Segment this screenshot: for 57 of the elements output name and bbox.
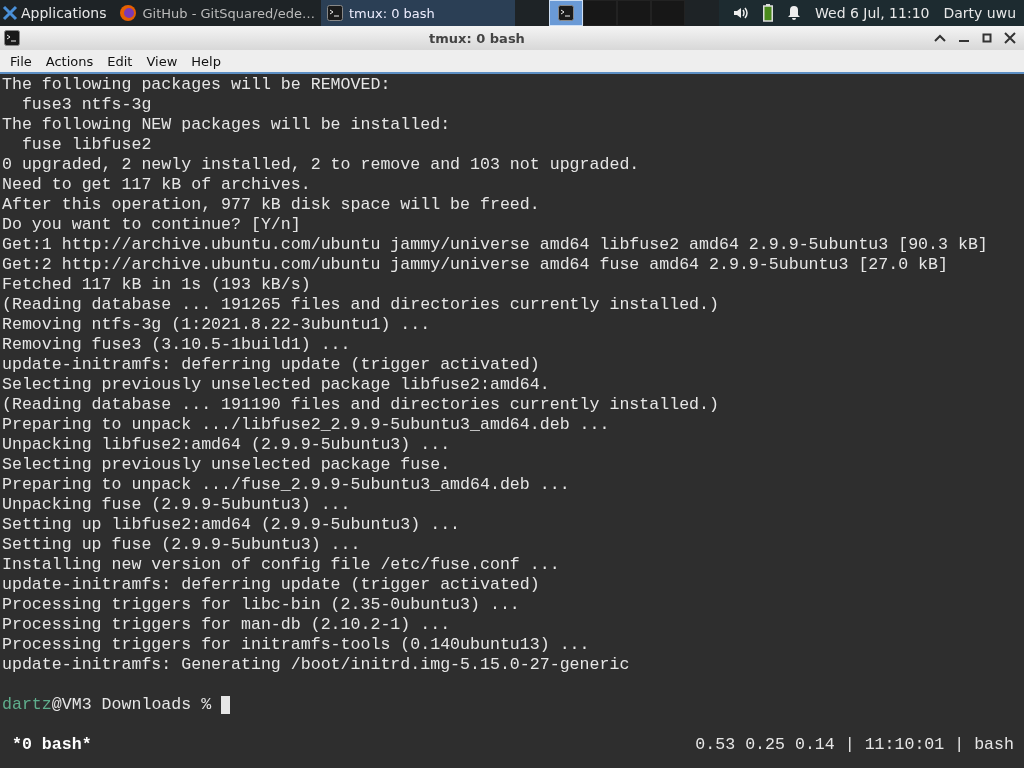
menu-item[interactable]: Actions <box>38 53 101 69</box>
terminal-line: (Reading database ... 191190 files and directories currently installed.) <box>1 395 720 415</box>
terminal-line: Processing triggers for initramfs-tools (0.140ubuntu13) ... <box>1 635 591 655</box>
terminal-line: Selecting previously unselected package fuse. <box>1 455 452 475</box>
applications-menu[interactable]: Applications <box>0 0 113 26</box>
tmux-status-info: 0.53 0.25 0.14 | 11:10:01 | bash <box>695 735 1014 755</box>
terminal-icon <box>4 30 20 46</box>
taskbar-button[interactable]: GitHub - GitSquared/ede… <box>112 0 321 26</box>
terminal-line: fuse libfuse2 <box>20 135 153 155</box>
taskbar-button[interactable]: tmux: 0 bash <box>320 0 515 26</box>
notification-bell-icon[interactable] <box>787 5 801 21</box>
terminal-line: Fetched 117 kB in 1s (193 kB/s) <box>1 275 312 295</box>
terminal-icon <box>326 5 343 21</box>
terminal-line: fuse3 ntfs-3g <box>20 95 153 115</box>
terminal-line: Preparing to unpack .../fuse_2.9.9-5ubuntu3_amd64.deb ... <box>1 475 571 495</box>
terminal-icon <box>558 5 574 21</box>
menu-item[interactable]: View <box>139 53 185 69</box>
terminal-line: Setting up libfuse2:amd64 (2.9.9-5ubuntu3) ... <box>1 515 462 535</box>
terminal-line: (Reading database ... 191265 files and directories currently installed.) <box>1 295 720 315</box>
terminal-line: 0 upgraded, 2 newly installed, 2 to remove and 103 not upgraded. <box>1 155 641 175</box>
shade-button[interactable] <box>934 33 946 43</box>
terminal-line: Processing triggers for man-db (2.10.2-1) ... <box>1 615 452 635</box>
terminal-line: Installing new version of config file /etc/fuse.conf ... <box>1 555 561 575</box>
terminal-line: update-initramfs: Generating /boot/initrd.img-5.15.0-27-generic <box>1 655 631 675</box>
terminal-line: After this operation, 977 kB disk space will be freed. <box>1 195 541 215</box>
cursor <box>221 696 231 714</box>
terminal-line: Setting up fuse (2.9.9-5ubuntu3) ... <box>1 535 362 555</box>
battery-icon[interactable] <box>763 4 773 22</box>
terminal-line: update-initramfs: deferring update (trigger activated) <box>1 355 541 375</box>
maximize-button[interactable] <box>982 33 992 43</box>
terminal-line: The following packages will be REMOVED: <box>1 75 392 95</box>
terminal-line: Preparing to unpack .../libfuse2_2.9.9-5ubuntu3_amd64.deb ... <box>1 415 611 435</box>
terminal-line: update-initramfs: deferring update (trigger activated) <box>1 575 541 595</box>
window-title: tmux: 0 bash <box>428 30 526 46</box>
clock[interactable]: Wed 6 Jul, 11:10 <box>815 5 930 21</box>
terminal-line: Unpacking fuse (2.9.9-5ubuntu3) ... <box>1 495 352 515</box>
terminal-line: Get:2 http://archive.ubuntu.com/ubuntu jammy/universe amd64 fuse amd64 2.9.9-5ubuntu3 [27.0 kB] <box>1 255 949 275</box>
terminal-line: Removing ntfs-3g (1:2021.8.22-3ubuntu1) ... <box>1 315 432 335</box>
terminal-line: Get:1 http://archive.ubuntu.com/ubuntu jammy/universe amd64 libfuse2 amd64 2.9.9-5ubuntu3 [90.3 kB] <box>1 235 989 255</box>
close-button[interactable] <box>1004 32 1016 44</box>
terminal-line: Do you want to continue? [Y/n] <box>1 215 302 235</box>
terminal-line: Unpacking libfuse2:amd64 (2.9.9-5ubuntu3) ... <box>1 435 452 455</box>
tmux-window-tab[interactable]: *0 bash* <box>12 735 92 755</box>
menu-item[interactable]: Edit <box>100 53 140 69</box>
menu-item[interactable]: File <box>3 53 39 69</box>
terminal-line: Selecting previously unselected package libfuse2:amd64. <box>1 375 551 395</box>
prompt-text: @VM3 Downloads % <box>51 695 212 715</box>
terminal-line: Removing fuse3 (3.10.5-1build1) ... <box>1 335 352 355</box>
terminal-line: The following NEW packages will be installed: <box>1 115 452 135</box>
terminal-line: Need to get 117 kB of archives. <box>1 175 312 195</box>
browser-icon <box>118 4 137 22</box>
xfce-logo-icon <box>2 5 18 21</box>
user-name[interactable]: Darty uwu <box>943 5 1016 21</box>
volume-icon[interactable] <box>733 6 749 20</box>
terminal-line: Processing triggers for libc-bin (2.35-0ubuntu3) ... <box>1 595 521 615</box>
prompt-user: dartz <box>2 695 52 715</box>
menu-item[interactable]: Help <box>184 53 228 69</box>
